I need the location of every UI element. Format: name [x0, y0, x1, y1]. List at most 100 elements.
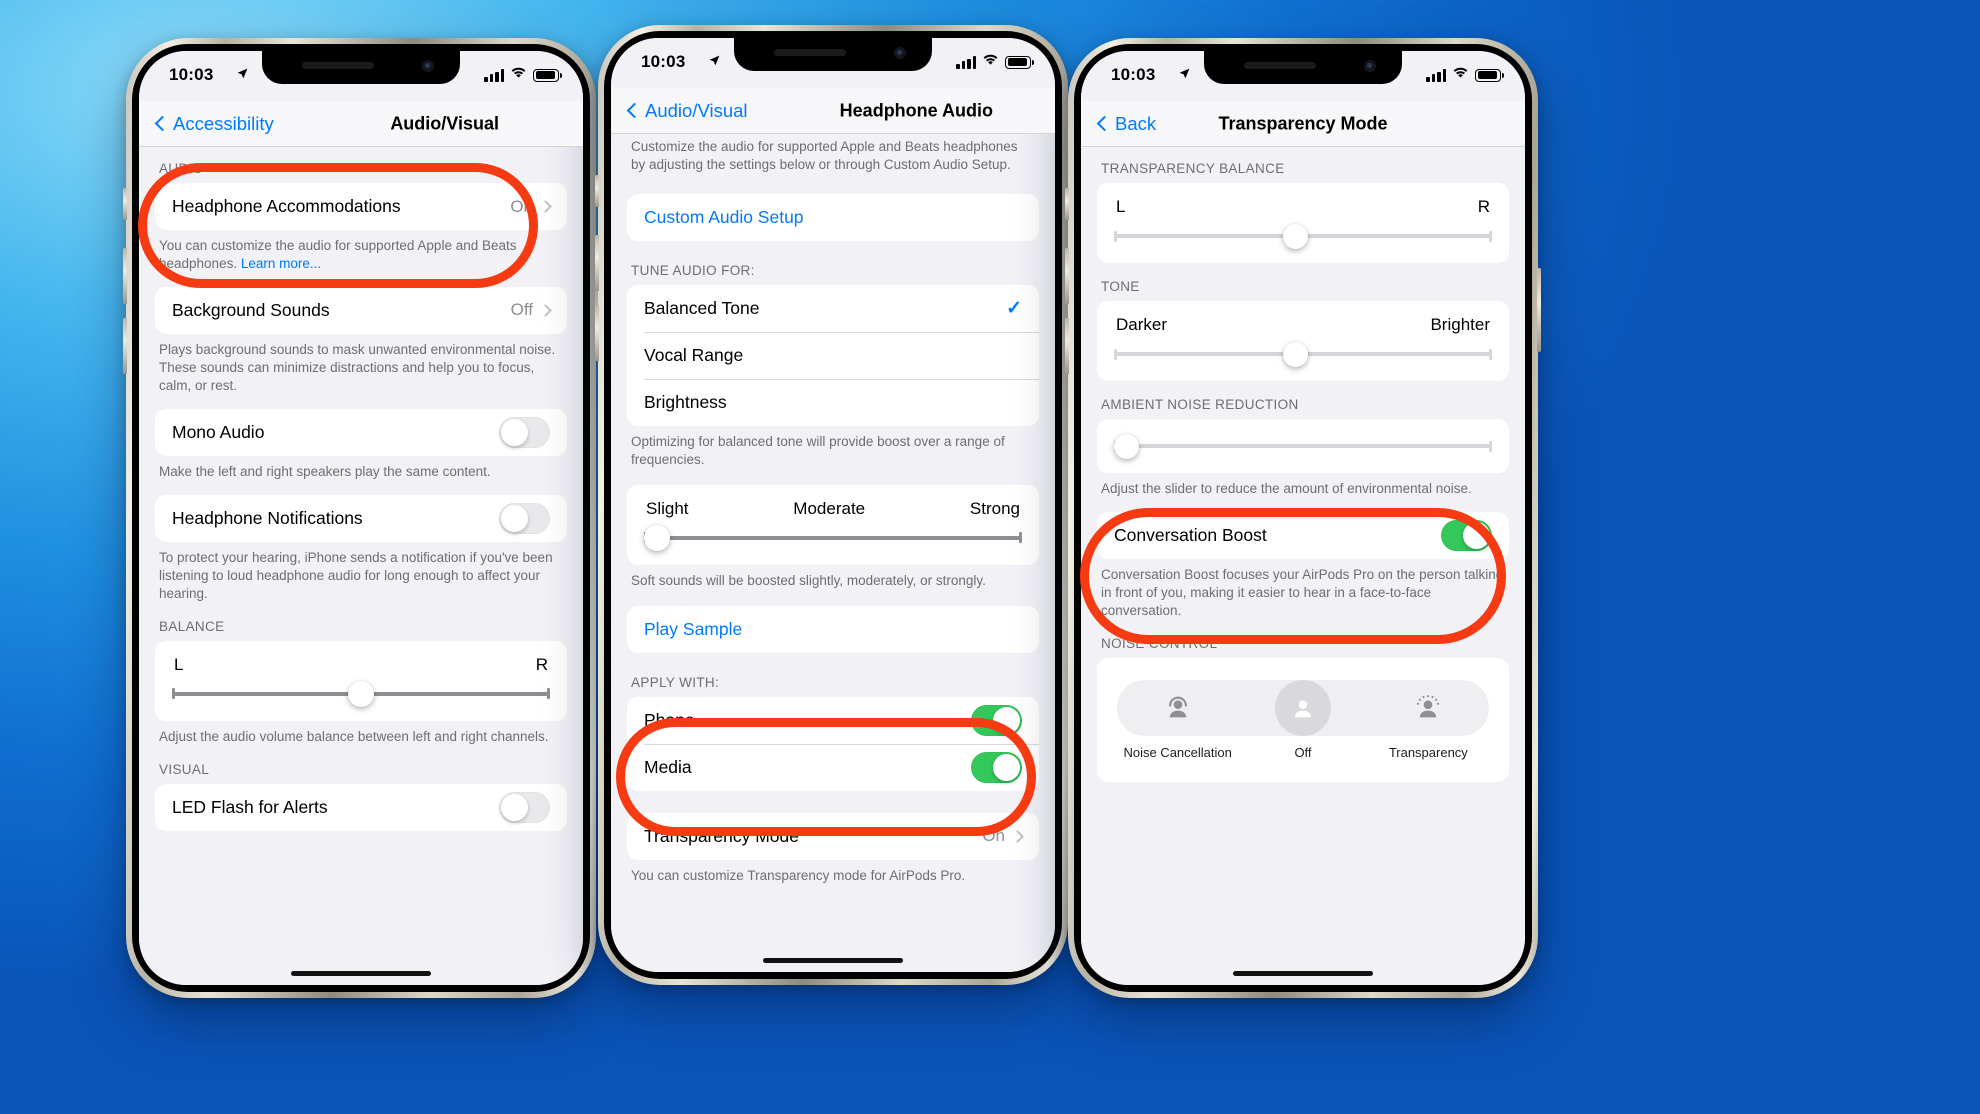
- iphone-device-2: 10:03 Audio/Visual Headphone Audio Custo…: [595, 25, 1071, 985]
- volume-up-button[interactable]: [595, 235, 599, 291]
- card-strength-slider: Slight Moderate Strong: [627, 484, 1039, 565]
- footnote-headphone-notifications: To protect your hearing, iPhone sends a …: [159, 549, 553, 601]
- anr-row[interactable]: [1097, 419, 1509, 473]
- row-media[interactable]: Media: [627, 743, 1039, 791]
- row-balanced-tone[interactable]: Balanced Tone ✓: [627, 285, 1039, 332]
- balance-slider-thumb[interactable]: [348, 680, 374, 707]
- location-arrow-icon: [236, 67, 249, 85]
- status-indicators: [484, 66, 562, 84]
- mute-switch[interactable]: [1065, 188, 1069, 220]
- navigation-bar: Audio/Visual Headphone Audio: [611, 88, 1055, 134]
- strength-label-moderate: Moderate: [793, 498, 866, 518]
- noise-option-noise-cancellation[interactable]: Noise Cancellation: [1116, 679, 1240, 760]
- back-button-audio-visual[interactable]: Audio/Visual: [626, 100, 748, 122]
- tone-slider-thumb[interactable]: [1283, 341, 1309, 367]
- card-headphone-notifications: Headphone Notifications: [155, 494, 567, 542]
- home-indicator[interactable]: [1233, 971, 1373, 976]
- row-transparency-mode[interactable]: Transparency Mode On: [627, 813, 1039, 860]
- card-ambient-noise-reduction: [1097, 419, 1509, 473]
- status-indicators: [1426, 66, 1504, 84]
- noise-option-off[interactable]: Off: [1241, 679, 1365, 760]
- row-phone[interactable]: Phone: [627, 697, 1039, 744]
- section-header-transparency-balance: TRANSPARENCY BALANCE: [1101, 161, 1285, 176]
- back-button-accessibility[interactable]: Accessibility: [154, 113, 274, 135]
- row-custom-audio-setup[interactable]: Custom Audio Setup: [627, 194, 1039, 241]
- transparency-balance-thumb[interactable]: [1283, 223, 1309, 249]
- iphone-device-1: 10:03 Accessibility Audio/Visual AUDIO H…: [123, 38, 599, 998]
- wifi-icon: [982, 53, 999, 71]
- row-vocal-range[interactable]: Vocal Range: [627, 331, 1039, 379]
- cellular-bars-icon: [956, 55, 976, 69]
- notch: [734, 38, 932, 71]
- back-button[interactable]: Back: [1096, 113, 1156, 135]
- card-noise-control: Noise Cancellation Off Transparency: [1097, 657, 1509, 782]
- row-background-sounds[interactable]: Background Sounds Off: [155, 287, 567, 334]
- volume-down-button[interactable]: [595, 305, 599, 361]
- balance-slider-row[interactable]: L R: [155, 641, 567, 721]
- mute-switch[interactable]: [595, 175, 599, 207]
- section-header-tone: TONE: [1101, 279, 1140, 294]
- strength-slider-row[interactable]: Slight Moderate Strong: [627, 485, 1039, 565]
- cellular-bars-icon: [1426, 68, 1446, 82]
- section-header-visual: VISUAL: [159, 761, 210, 777]
- wifi-icon: [1452, 66, 1469, 84]
- transparency-icon: [1400, 679, 1457, 736]
- earpiece-speaker: [774, 49, 846, 56]
- apply-phone-toggle[interactable]: [971, 704, 1022, 736]
- learn-more-link[interactable]: Learn more...: [241, 256, 321, 271]
- chevron-left-icon: [626, 102, 643, 119]
- noise-option-transparency[interactable]: Transparency: [1366, 679, 1490, 760]
- ambient-noise-reduction-slider[interactable]: [1114, 433, 1492, 459]
- volume-down-button[interactable]: [123, 318, 127, 374]
- row-label: Headphone Notifications: [172, 507, 363, 528]
- volume-up-button[interactable]: [1065, 248, 1069, 304]
- row-headphone-accommodations[interactable]: Headphone Accommodations On: [155, 183, 567, 230]
- anr-slider-thumb[interactable]: [1114, 433, 1139, 459]
- row-value: On: [510, 196, 533, 216]
- cellular-bars-icon: [484, 68, 504, 82]
- chevron-left-icon: [1096, 115, 1113, 132]
- tone-row[interactable]: Darker Brighter: [1097, 301, 1509, 381]
- transparency-balance-row[interactable]: L R: [1097, 183, 1509, 263]
- mono-audio-toggle[interactable]: [499, 416, 550, 448]
- row-play-sample[interactable]: Play Sample: [627, 606, 1039, 653]
- noise-option-label: Transparency: [1388, 744, 1468, 760]
- row-conversation-boost[interactable]: Conversation Boost: [1097, 512, 1509, 559]
- chevron-right-icon: [1011, 829, 1024, 843]
- row-brightness[interactable]: Brightness: [627, 378, 1039, 426]
- tone-slider[interactable]: [1114, 341, 1492, 367]
- settings-list-3[interactable]: TRANSPARENCY BALANCE L R TONE Darker Bri…: [1081, 147, 1525, 985]
- balance-slider[interactable]: [172, 680, 550, 707]
- row-headphone-notifications[interactable]: Headphone Notifications: [155, 495, 567, 542]
- footnote-mono-audio: Make the left and right speakers play th…: [159, 463, 491, 479]
- strength-slider-thumb[interactable]: [644, 524, 670, 551]
- side-button[interactable]: [1537, 268, 1541, 352]
- row-led-flash-for-alerts[interactable]: LED Flash for Alerts: [155, 784, 567, 831]
- battery-full-icon: [533, 68, 562, 82]
- conversation-boost-toggle[interactable]: [1441, 519, 1492, 551]
- led-flash-toggle[interactable]: [499, 791, 550, 823]
- mute-switch[interactable]: [123, 188, 127, 220]
- volume-up-button[interactable]: [123, 248, 127, 304]
- noise-cancellation-icon: [1149, 679, 1206, 736]
- strength-slider[interactable]: [644, 524, 1022, 551]
- transparency-balance-slider[interactable]: [1114, 223, 1492, 249]
- volume-down-button[interactable]: [1065, 318, 1069, 374]
- settings-list-2[interactable]: Customize the audio for supported Apple …: [611, 134, 1055, 972]
- apply-media-toggle[interactable]: [971, 751, 1022, 783]
- home-indicator[interactable]: [291, 971, 431, 976]
- row-label: Conversation Boost: [1114, 524, 1267, 545]
- home-indicator[interactable]: [763, 958, 903, 963]
- card-tone: Darker Brighter: [1097, 301, 1509, 381]
- row-mono-audio[interactable]: Mono Audio: [155, 409, 567, 456]
- settings-list-1[interactable]: AUDIO Headphone Accommodations On You ca…: [139, 147, 583, 985]
- headphone-notifications-toggle[interactable]: [499, 502, 550, 534]
- card-transparency-balance: L R: [1097, 183, 1509, 263]
- row-label: Media: [644, 756, 692, 777]
- card-conversation-boost: Conversation Boost: [1097, 511, 1509, 559]
- noise-control-segmented[interactable]: Noise Cancellation Off Transparency: [1097, 658, 1509, 770]
- front-camera: [422, 60, 434, 72]
- page-title: Transparency Mode: [1218, 113, 1388, 133]
- status-time: 10:03: [1111, 65, 1156, 84]
- front-camera: [894, 47, 906, 59]
